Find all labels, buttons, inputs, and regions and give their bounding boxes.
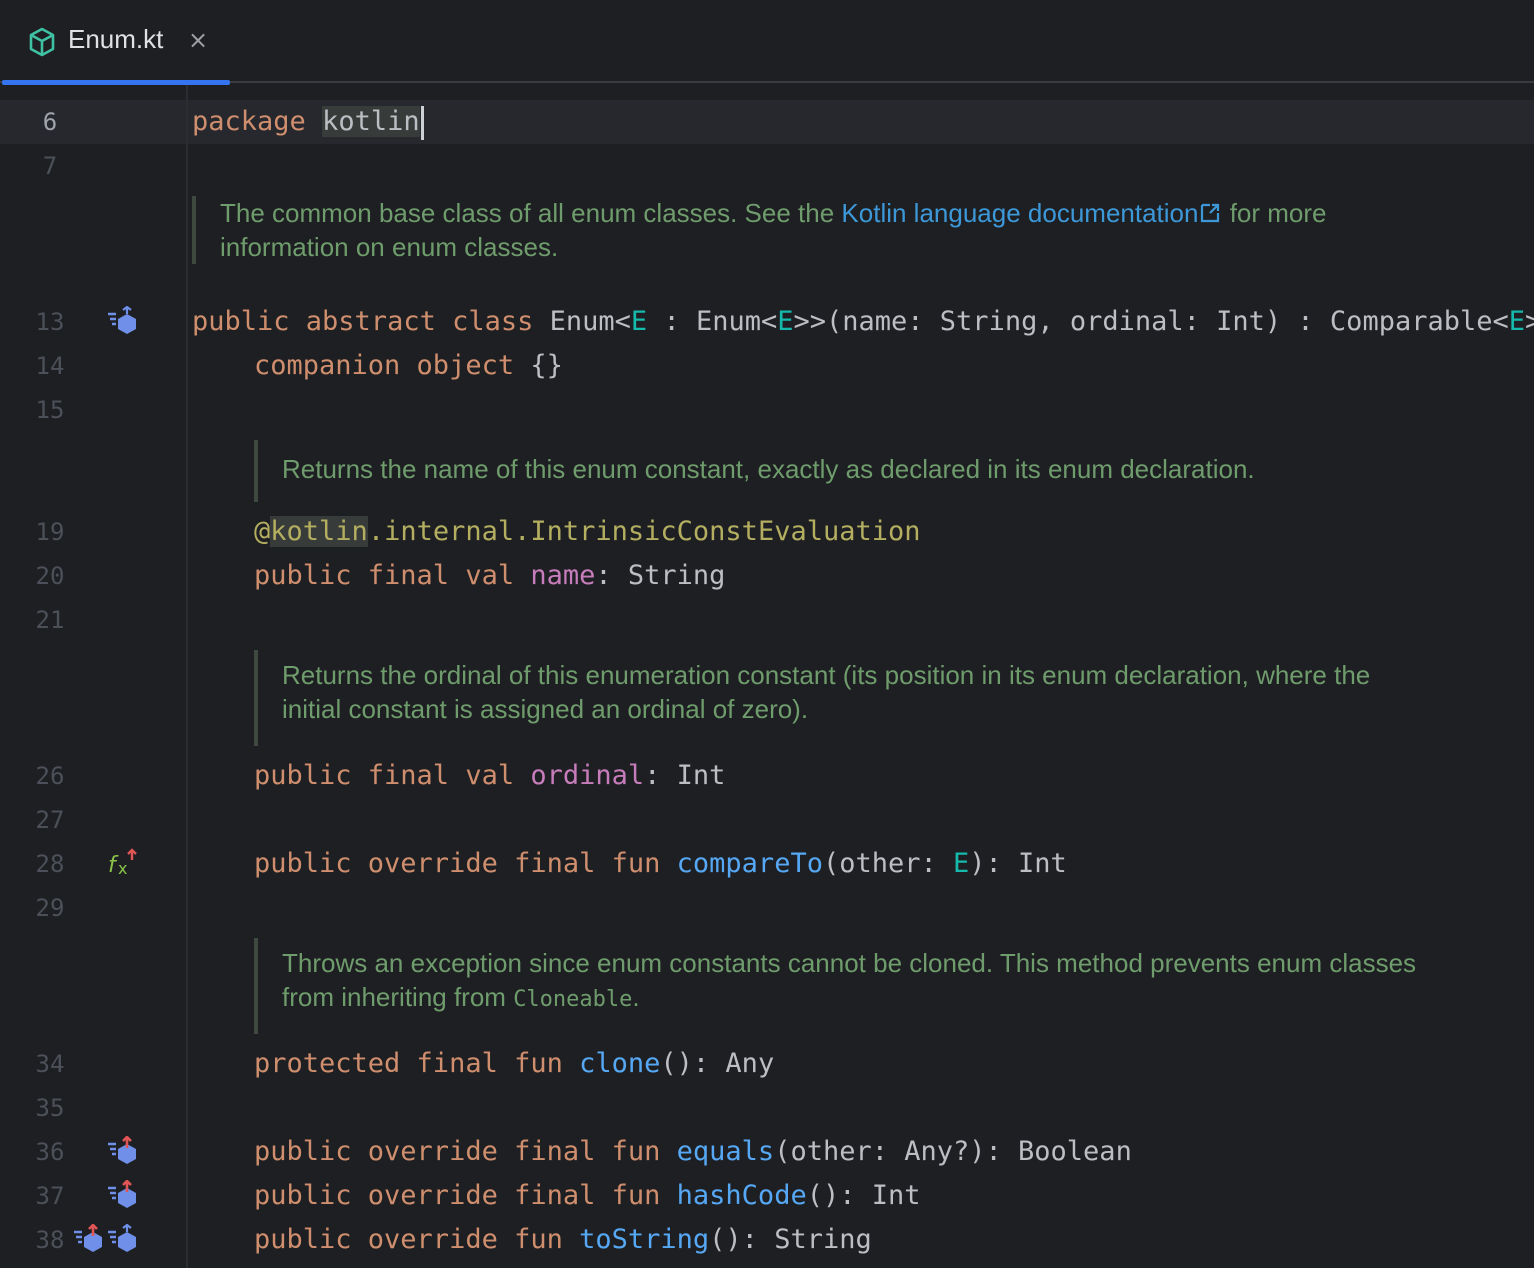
doc-text: Throws an exception since enum constants…	[282, 948, 1417, 978]
doc-text: .	[632, 982, 640, 1012]
annotation: .internal.IntrinsicConstEvaluation	[367, 516, 921, 547]
code-text: (other: Any?): Boolean	[774, 1136, 1132, 1167]
code-line-13[interactable]: public abstract class Enum<E : Enum<E>>(…	[192, 300, 1534, 344]
code-line-6[interactable]: package kotlin	[192, 100, 424, 144]
code-line-37[interactable]: public override final fun hashCode(): In…	[254, 1174, 921, 1218]
doc-comment: Returns the name of this enum constant, …	[254, 440, 1534, 502]
keyword: package	[192, 106, 306, 137]
doc-code: Cloneable	[513, 987, 633, 1012]
type-param: E	[777, 306, 794, 337]
code-text: : String	[595, 560, 726, 591]
tab-label: Enum.kt	[68, 24, 164, 54]
overrides-icon[interactable]	[72, 1224, 106, 1254]
doc-text: Returns the ordinal of this enumeration …	[282, 660, 1371, 690]
line-number: 19	[35, 518, 65, 546]
code-text: : Enum<	[647, 306, 778, 337]
close-icon[interactable]: ×	[188, 26, 208, 54]
function-name: toString	[579, 1224, 710, 1255]
code-text: > {	[1525, 306, 1534, 337]
class-name: Enum<	[549, 306, 631, 337]
keyword: public override final fun	[254, 1136, 661, 1167]
doc-comment: Returns the ordinal of this enumeration …	[254, 650, 1534, 746]
code-text: (): Int	[806, 1180, 921, 1211]
line-number: 20	[35, 562, 65, 590]
keyword: public override final fun	[254, 1180, 661, 1211]
package-name: kotlin	[322, 106, 420, 137]
line-number: 21	[35, 606, 65, 634]
keyword: companion object	[254, 350, 515, 381]
line-number: 26	[35, 762, 65, 790]
code-text: : Int	[644, 760, 726, 791]
doc-link[interactable]: Kotlin language documentation	[841, 198, 1198, 228]
code-line-38[interactable]: public override fun toString(): String	[254, 1218, 872, 1262]
keyword: public final val	[254, 560, 515, 591]
code-text: (): String	[709, 1224, 872, 1255]
doc-text: The common base class of all enum classe…	[220, 198, 842, 228]
keyword: public override final fun	[254, 848, 661, 879]
editor-tab-bar: Enum.kt ×	[0, 0, 1534, 85]
code-text: (other:	[822, 848, 954, 879]
keyword: public override fun	[254, 1224, 563, 1255]
code-text: {}	[514, 350, 563, 381]
code-line-28[interactable]: public override final fun compareTo(othe…	[254, 842, 1067, 886]
doc-text: Returns the name of this enum constant, …	[282, 454, 1255, 484]
overrides-icon[interactable]	[106, 1136, 140, 1166]
overrides-icon[interactable]	[106, 1180, 140, 1210]
keyword: protected final fun	[254, 1048, 563, 1079]
keyword: public final val	[254, 760, 515, 791]
doc-text: initial constant is assigned an ordinal …	[282, 694, 809, 724]
svg-text:x: x	[118, 859, 127, 878]
function-name: clone	[579, 1048, 661, 1079]
code-text: >>(name: String, ordinal: Int) : Compara…	[793, 306, 1509, 337]
property-name: name	[530, 560, 596, 591]
code-line-36[interactable]: public override final fun equals(other: …	[254, 1130, 1132, 1174]
function-name: compareTo	[676, 848, 823, 879]
line-number: 28	[35, 850, 65, 878]
doc-comment: Throws an exception since enum constants…	[254, 938, 1534, 1034]
function-name: equals	[676, 1136, 775, 1167]
keyword: public abstract class	[192, 306, 534, 337]
kotlin-file-icon	[29, 27, 55, 57]
type-param: E	[953, 848, 970, 879]
line-number: 34	[35, 1050, 65, 1078]
gutter-separator	[186, 85, 188, 1268]
overrides-function-icon[interactable]: f x	[106, 848, 140, 878]
doc-text: information on enum classes.	[220, 232, 559, 262]
doc-text: from inheriting from	[282, 982, 514, 1012]
code-text: (): Any	[660, 1048, 775, 1079]
line-number: 37	[35, 1182, 65, 1210]
line-number: 15	[35, 396, 65, 424]
code-line-34[interactable]: protected final fun clone(): Any	[254, 1042, 774, 1086]
line-number: 35	[35, 1094, 65, 1122]
line-number: 29	[35, 894, 65, 922]
property-name: ordinal	[530, 760, 645, 791]
code-editor[interactable]: 6 7 13 14 15 19 20 21 26 27 28 29 34 35 …	[0, 85, 1534, 1268]
line-number: 6	[42, 108, 58, 136]
line-number: 7	[42, 152, 58, 180]
annotation: kotlin	[270, 516, 368, 547]
line-number: 38	[35, 1226, 65, 1254]
type-param: E	[630, 306, 648, 337]
type-param: E	[1508, 306, 1526, 337]
function-name: hashCode	[676, 1180, 807, 1211]
line-number: 13	[35, 308, 65, 336]
doc-text: for more	[1222, 198, 1327, 228]
annotation: @	[254, 516, 271, 547]
tab-enum-kt[interactable]: Enum.kt ×	[2, 0, 230, 85]
implemented-icon[interactable]	[106, 306, 140, 336]
code-line-26[interactable]: public final val ordinal: Int	[254, 754, 725, 798]
doc-comment: The common base class of all enum classe…	[192, 196, 1520, 264]
code-line-19[interactable]: @kotlin.internal.IntrinsicConstEvaluatio…	[254, 510, 921, 554]
external-link-icon[interactable]	[1198, 201, 1222, 225]
line-number: 14	[35, 352, 65, 380]
implemented-icon[interactable]	[106, 1224, 140, 1254]
line-number: 27	[35, 806, 65, 834]
code-text: ): Int	[969, 848, 1067, 879]
code-line-20[interactable]: public final val name: String	[254, 554, 725, 598]
line-number: 36	[35, 1138, 65, 1166]
code-line-14[interactable]: companion object {}	[254, 344, 563, 388]
text-caret	[420, 105, 424, 140]
